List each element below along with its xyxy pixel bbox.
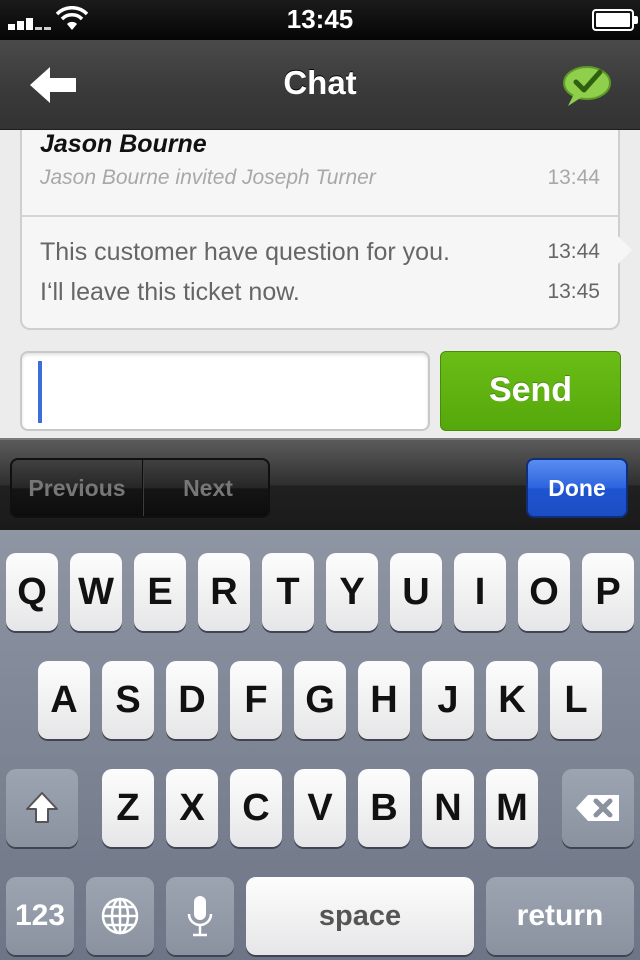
key-k[interactable]: K	[486, 661, 538, 739]
message-time: 13:44	[547, 240, 600, 263]
delete-icon	[576, 795, 619, 821]
system-message-time: 13:44	[547, 166, 600, 189]
numbers-key[interactable]: 123	[6, 877, 74, 955]
key-v[interactable]: V	[294, 769, 346, 847]
prev-next-control: Previous Next	[10, 458, 270, 518]
nav-bar: Chat	[0, 40, 640, 130]
globe-icon	[101, 897, 139, 935]
chat-area: Jason Bourne Jason Bourne invited Joseph…	[0, 130, 640, 438]
message-card: Jason Bourne Jason Bourne invited Joseph…	[20, 130, 632, 330]
key-l[interactable]: L	[550, 661, 602, 739]
key-h[interactable]: H	[358, 661, 410, 739]
key-n[interactable]: N	[422, 769, 474, 847]
shift-key[interactable]	[6, 769, 78, 847]
message-text: I‘ll leave this ticket now.	[40, 278, 300, 306]
key-i[interactable]: I	[454, 553, 506, 631]
key-w[interactable]: W	[70, 553, 122, 631]
key-y[interactable]: Y	[326, 553, 378, 631]
chat-check-icon[interactable]	[562, 64, 612, 108]
previous-button[interactable]: Previous	[12, 460, 142, 516]
status-time: 13:45	[286, 4, 354, 34]
key-o[interactable]: O	[518, 553, 570, 631]
microphone-icon	[187, 896, 213, 937]
text-caret	[38, 361, 42, 423]
key-p[interactable]: P	[582, 553, 634, 631]
key-b[interactable]: B	[358, 769, 410, 847]
key-m[interactable]: M	[486, 769, 538, 847]
bubble-notch	[618, 236, 632, 264]
return-key[interactable]: return	[486, 877, 634, 955]
status-bar: 13:45	[0, 0, 640, 40]
shift-icon	[26, 792, 58, 823]
key-x[interactable]: X	[166, 769, 218, 847]
globe-key[interactable]	[86, 877, 154, 955]
key-r[interactable]: R	[198, 553, 250, 631]
key-e[interactable]: E	[134, 553, 186, 631]
key-c[interactable]: C	[230, 769, 282, 847]
delete-key[interactable]	[562, 769, 634, 847]
key-q[interactable]: Q	[6, 553, 58, 631]
message-input[interactable]	[20, 351, 430, 431]
key-z[interactable]: Z	[102, 769, 154, 847]
key-t[interactable]: T	[262, 553, 314, 631]
message-text: This customer have question for you.	[40, 238, 450, 266]
key-s[interactable]: S	[102, 661, 154, 739]
system-message: Jason Bourne invited Joseph Turner	[40, 166, 376, 189]
key-a[interactable]: A	[38, 661, 90, 739]
done-button[interactable]: Done	[526, 458, 628, 518]
divider	[22, 215, 618, 217]
key-g[interactable]: G	[294, 661, 346, 739]
key-d[interactable]: D	[166, 661, 218, 739]
message-time: 13:45	[547, 280, 600, 303]
sender-name: Jason Bourne	[40, 130, 207, 158]
microphone-key[interactable]	[166, 877, 234, 955]
battery-icon	[592, 9, 638, 31]
key-j[interactable]: J	[422, 661, 474, 739]
next-button[interactable]: Next	[144, 460, 268, 516]
keyboard-accessory-bar: Previous Next Done	[0, 438, 640, 530]
keyboard: Q W E R T Y U I O P A S D F G H J K L Z …	[0, 530, 640, 960]
space-key[interactable]: space	[246, 877, 474, 955]
key-u[interactable]: U	[390, 553, 442, 631]
send-button[interactable]: Send	[440, 351, 621, 431]
key-f[interactable]: F	[230, 661, 282, 739]
page-title: Chat	[283, 64, 357, 101]
